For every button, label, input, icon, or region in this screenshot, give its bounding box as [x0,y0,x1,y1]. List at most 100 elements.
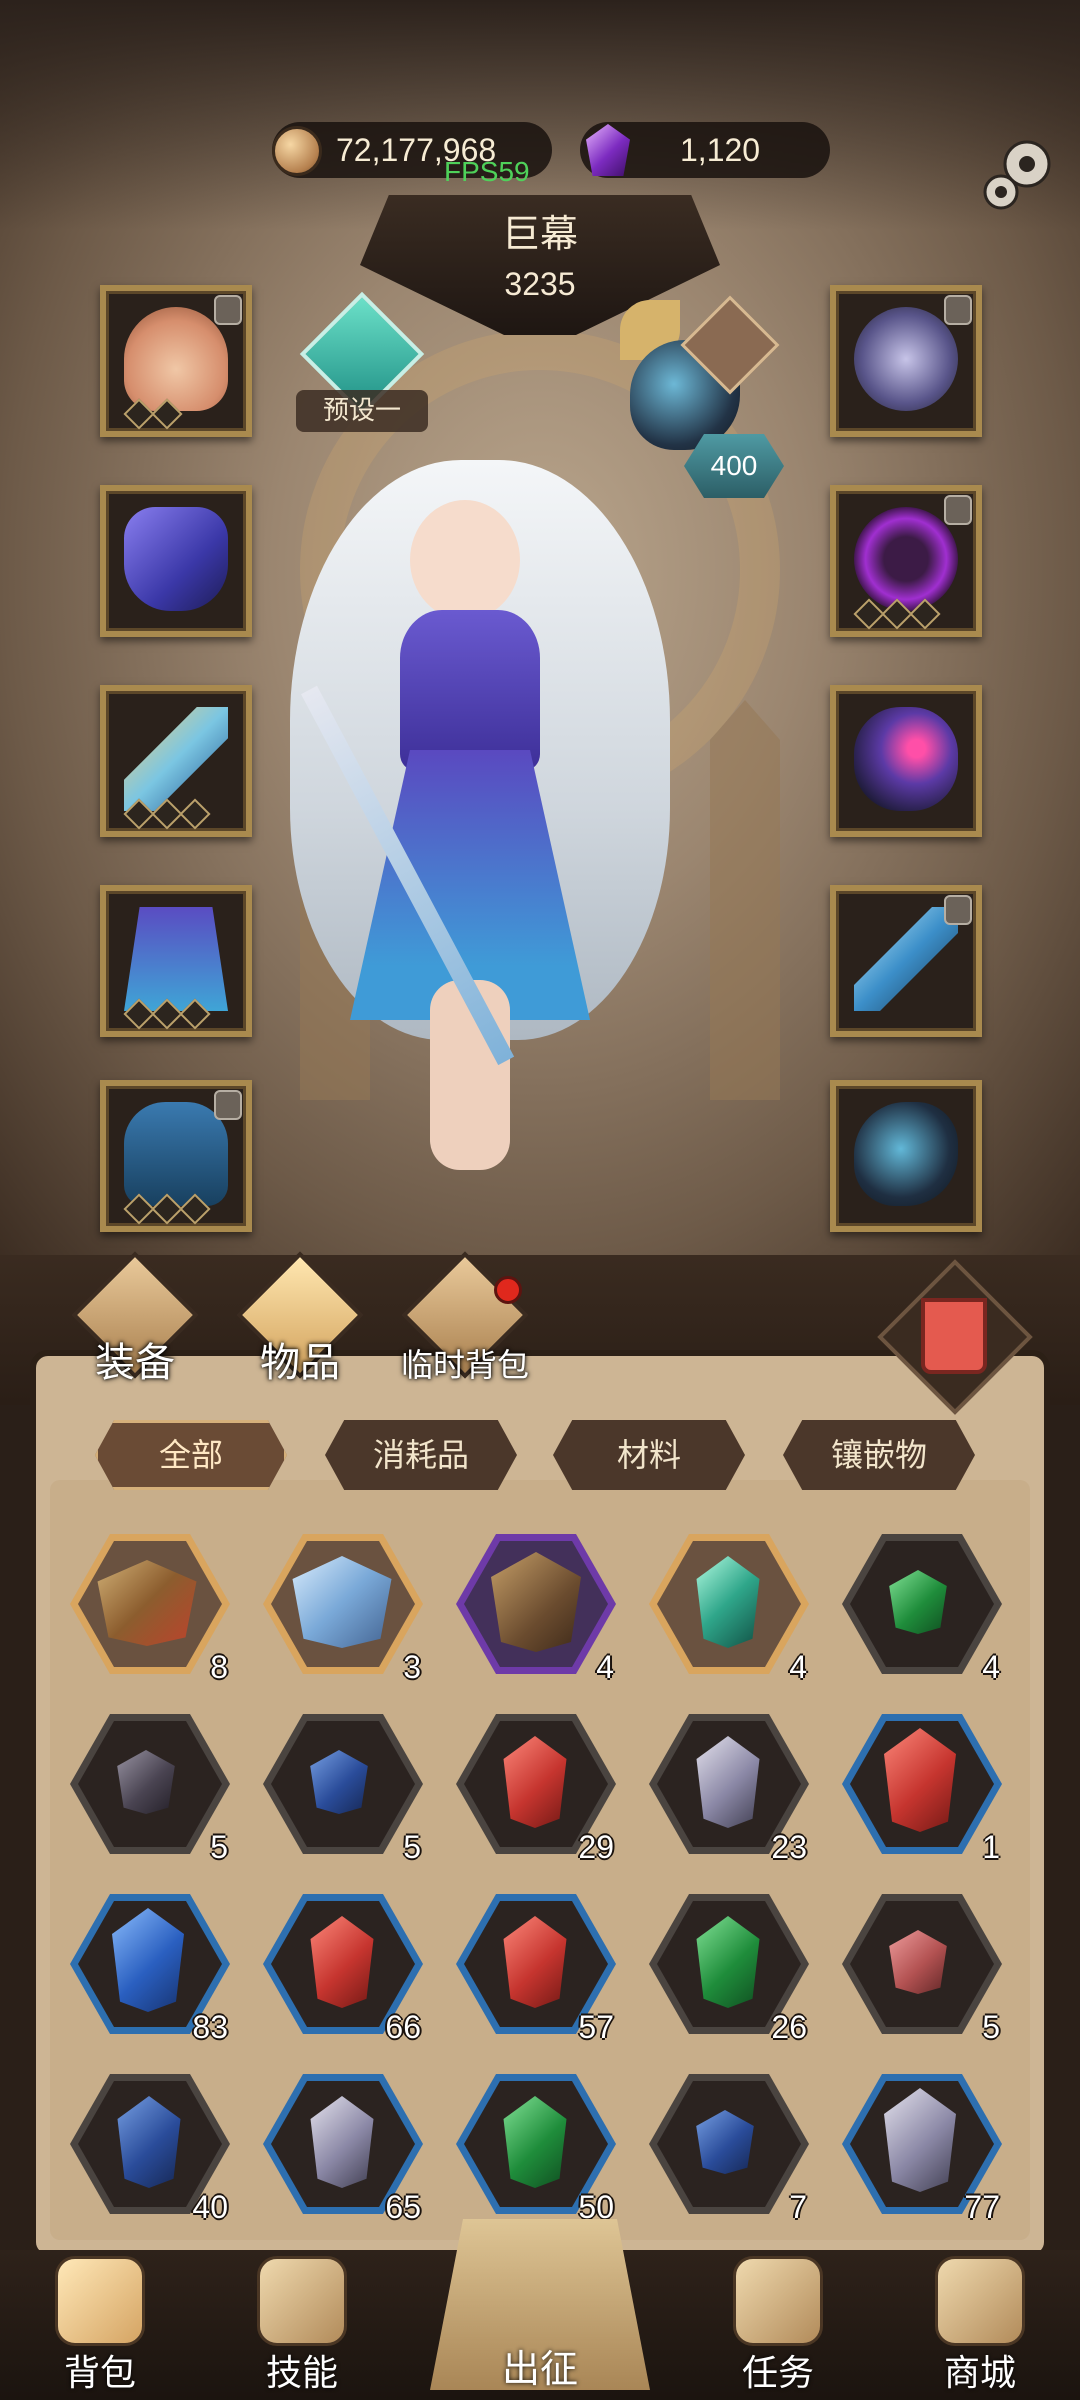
item-quantity: 29 [578,1829,614,1865]
nav-shop[interactable]: 商城 [890,2250,1070,2400]
purple-skirt-icon [124,907,228,1011]
lock-icon [944,895,972,925]
inventory-item[interactable]: 66 [255,1890,425,2045]
inventory-item[interactable]: 57 [448,1890,618,2045]
upgrade-pips [853,598,941,630]
horned-mount-icon [854,1102,958,1206]
lock-icon [214,295,242,325]
scroll-icon [733,2256,823,2346]
purple-gem-icon [586,124,630,176]
nav-bag-label: 背包 [63,2353,136,2394]
inventory-item[interactable]: 83 [62,1890,232,2045]
filter-all[interactable]: 全部 [95,1420,287,1490]
item-quantity: 4 [982,1649,1000,1685]
character-torso [400,610,540,770]
item-quantity: 26 [771,2009,807,2045]
item-quantity: 5 [210,1829,228,1865]
nav-bag[interactable]: 背包 [10,2250,190,2400]
item-quantity: 7 [789,2189,807,2225]
void-ring-icon [854,507,958,611]
equip-slot-mount[interactable] [830,1080,982,1232]
tab-temp-bag[interactable]: 临时背包 [380,1251,550,1400]
inventory-item[interactable]: 77 [834,2070,1004,2225]
skill-book-icon [257,2256,347,2346]
nav-expedition-label[interactable]: 出征 [430,2338,650,2393]
equip-slot-head[interactable] [100,285,252,437]
item-quantity: 66 [385,2009,421,2045]
item-quantity: 77 [964,2189,1000,2225]
inventory-item[interactable]: 1 [834,1710,1004,1865]
nav-tasks-label: 任务 [741,2353,814,2394]
upgrade-pips [123,998,211,1030]
combat-power: 3235 [504,266,576,302]
ice-spear-icon [854,907,958,1011]
inventory-item[interactable]: 4 [834,1530,1004,1685]
inventory-item[interactable]: 7 [641,2070,811,2225]
lock-icon [944,295,972,325]
crystal-staff-icon [124,707,228,811]
equip-slot-ring[interactable] [830,485,982,637]
inventory-item[interactable]: 5 [834,1890,1004,2045]
nav-skills-label: 技能 [265,2353,338,2394]
inventory-item[interactable]: 5 [255,1710,425,1865]
filter-materials[interactable]: 材料 [553,1420,745,1490]
upgrade-pips [123,1193,211,1225]
inventory-item[interactable]: 4 [641,1530,811,1685]
item-quantity: 40 [192,2189,228,2225]
item-quantity: 23 [771,1829,807,1865]
character-face [410,500,520,620]
character-portrait [230,420,730,1180]
item-quantity: 3 [403,1649,421,1685]
nav-skills[interactable]: 技能 [212,2250,392,2400]
item-quantity: 5 [403,1829,421,1865]
notification-dot [494,1276,522,1304]
character-title: 巨幕 [501,212,578,256]
item-quantity: 57 [578,2009,614,2045]
moon-necklace-icon [854,307,958,411]
fps-counter: FPS59 [444,156,530,187]
item-quantity: 65 [385,2189,421,2225]
tab-equipment-label: 装备 [95,1340,175,1386]
shop-crown-icon [935,2256,1025,2346]
item-quantity: 1 [982,1829,1000,1865]
inventory-item[interactable]: 4 [448,1530,618,1685]
equip-slot-weapon[interactable] [830,885,982,1037]
inventory-item[interactable]: 26 [641,1890,811,2045]
settings-gear-icon[interactable] [975,130,1061,216]
tab-items[interactable]: 物品 [215,1251,385,1400]
gem-currency: 1,120 [580,122,830,178]
item-quantity: 4 [596,1649,614,1685]
inventory-item[interactable]: 40 [62,2070,232,2225]
inventory-item[interactable]: 65 [255,2070,425,2225]
upgrade-pips [123,798,211,830]
item-quantity: 8 [210,1649,228,1685]
item-quantity: 5 [982,2009,1000,2045]
inventory-item[interactable]: 8 [62,1530,232,1685]
tab-equipment[interactable]: 装备 [50,1251,220,1400]
lock-icon [944,495,972,525]
filter-inlays[interactable]: 镶嵌物 [783,1420,975,1490]
tab-temp-bag-label: 临时背包 [400,1346,529,1384]
shell-headpiece-icon [124,307,228,411]
gem-bracelet-icon [854,707,958,811]
filter-consumables[interactable]: 消耗品 [325,1420,517,1490]
nav-tasks[interactable]: 任务 [688,2250,868,2400]
equip-slot-necklace[interactable] [830,285,982,437]
trash-can-icon [921,1298,987,1374]
upgrade-pips [123,398,183,430]
gem-amount: 1,120 [680,131,761,168]
inventory-item[interactable]: 29 [448,1710,618,1865]
inventory-item[interactable]: 5 [62,1710,232,1865]
shell-boots-icon [124,1102,228,1206]
item-quantity: 83 [192,2009,228,2045]
nav-shop-label: 商城 [943,2353,1016,2394]
gold-coin-icon [272,126,322,176]
item-quantity: 4 [789,1649,807,1685]
inventory-item[interactable]: 3 [255,1530,425,1685]
inventory-item[interactable]: 50 [448,2070,618,2225]
tab-items-label: 物品 [260,1340,340,1386]
bag-icon [55,2256,145,2346]
purple-top-icon [124,507,228,611]
equip-slot-bracelet[interactable] [830,685,982,837]
inventory-item[interactable]: 23 [641,1710,811,1865]
